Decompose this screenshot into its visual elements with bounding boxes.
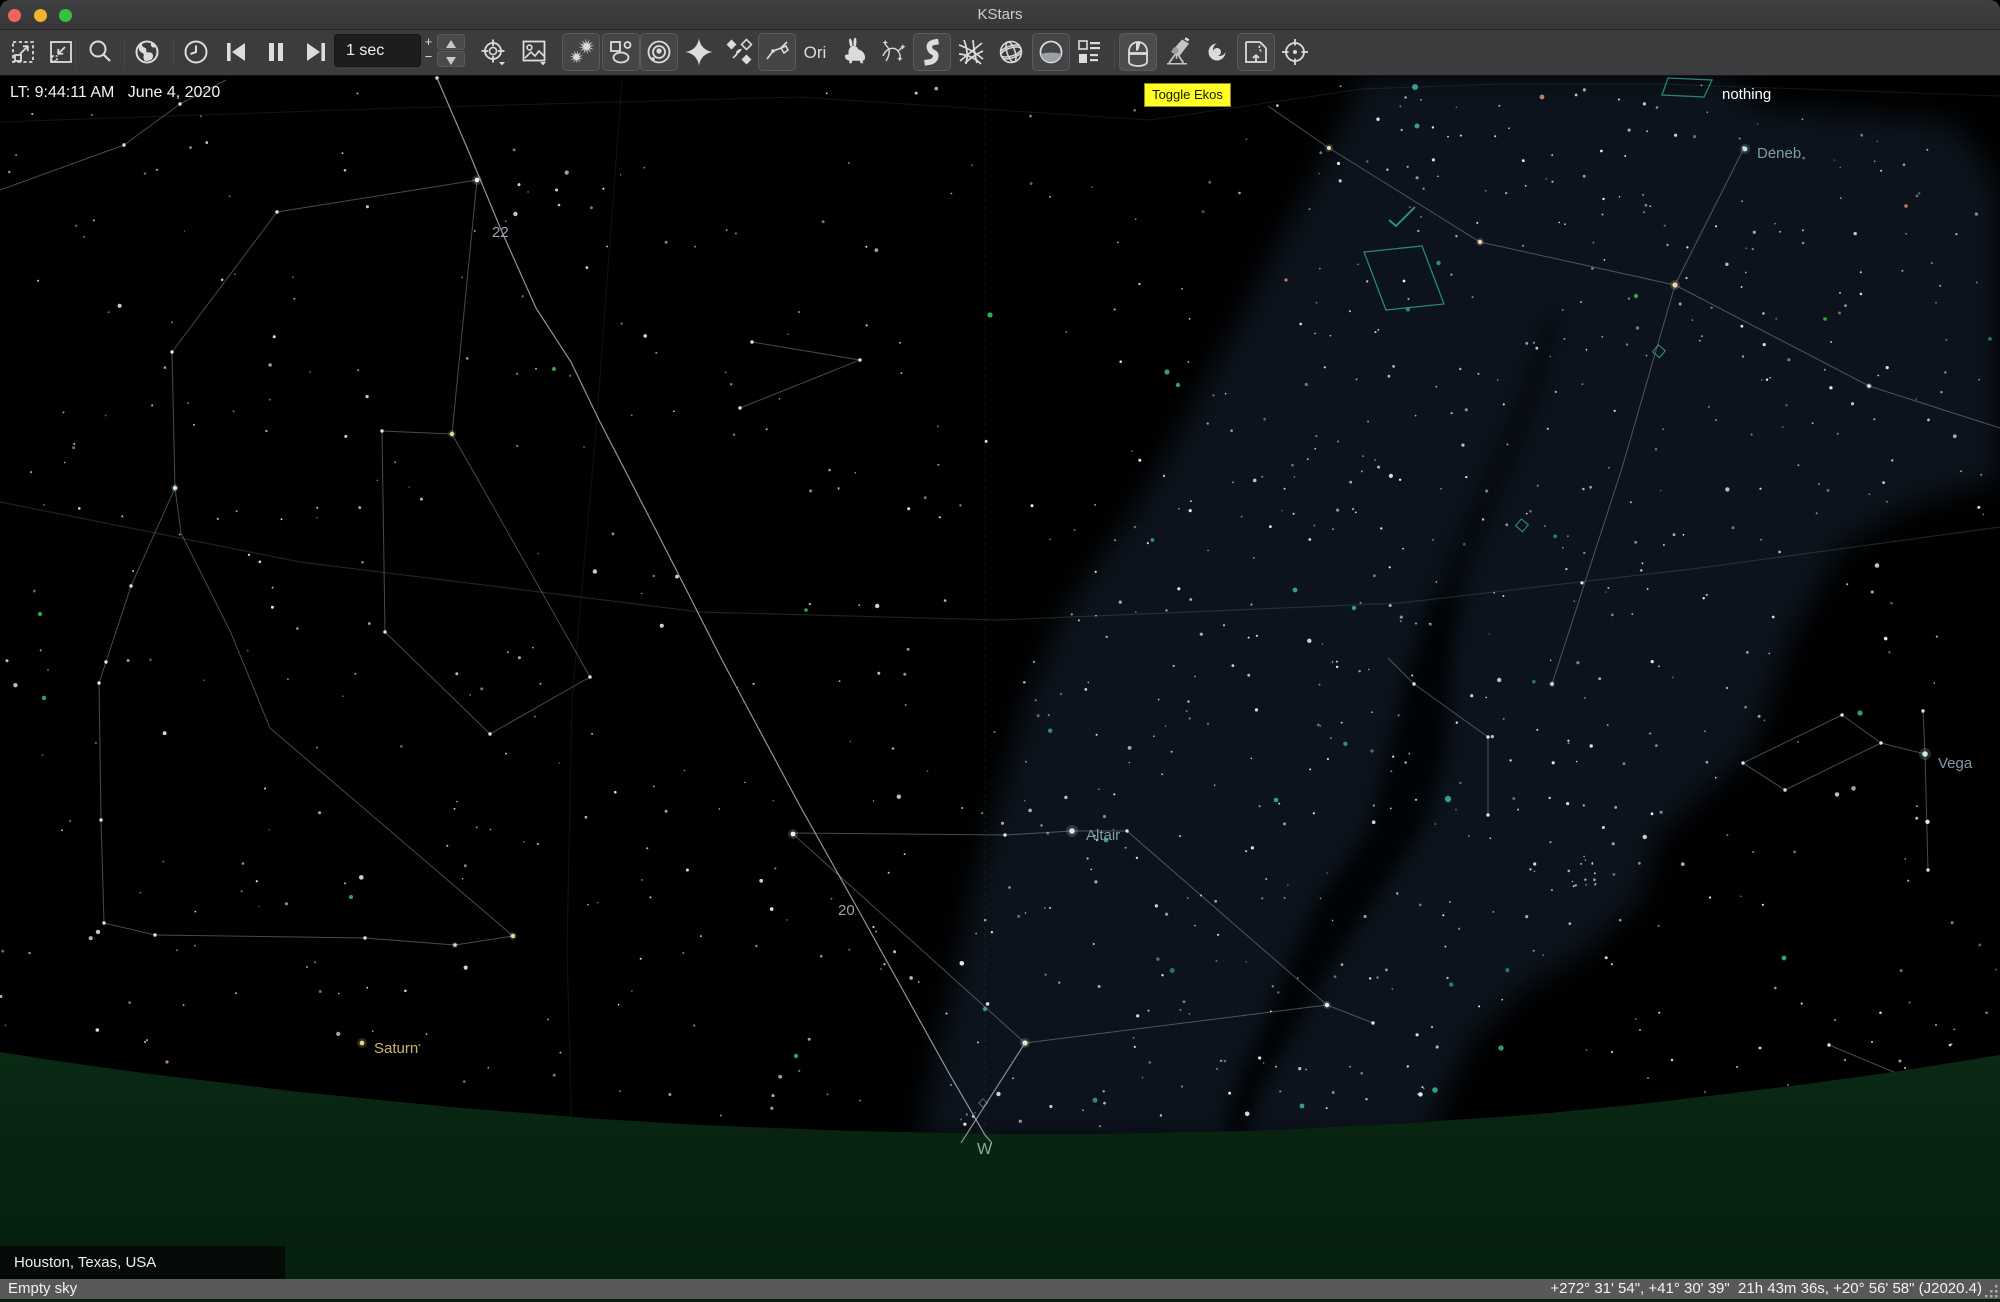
svg-text:nothing: nothing	[1722, 86, 1771, 103]
svg-text:Saturn: Saturn	[374, 1040, 418, 1057]
svg-text:22: 22	[492, 224, 509, 241]
svg-text:Vega: Vega	[1938, 755, 1973, 772]
svg-text:Altair: Altair	[1086, 827, 1120, 844]
svg-text:Ori: Ori	[804, 43, 827, 62]
svg-text:W: W	[977, 1141, 993, 1158]
svg-text:20: 20	[838, 902, 855, 919]
svg-text:Deneb: Deneb	[1757, 145, 1801, 162]
